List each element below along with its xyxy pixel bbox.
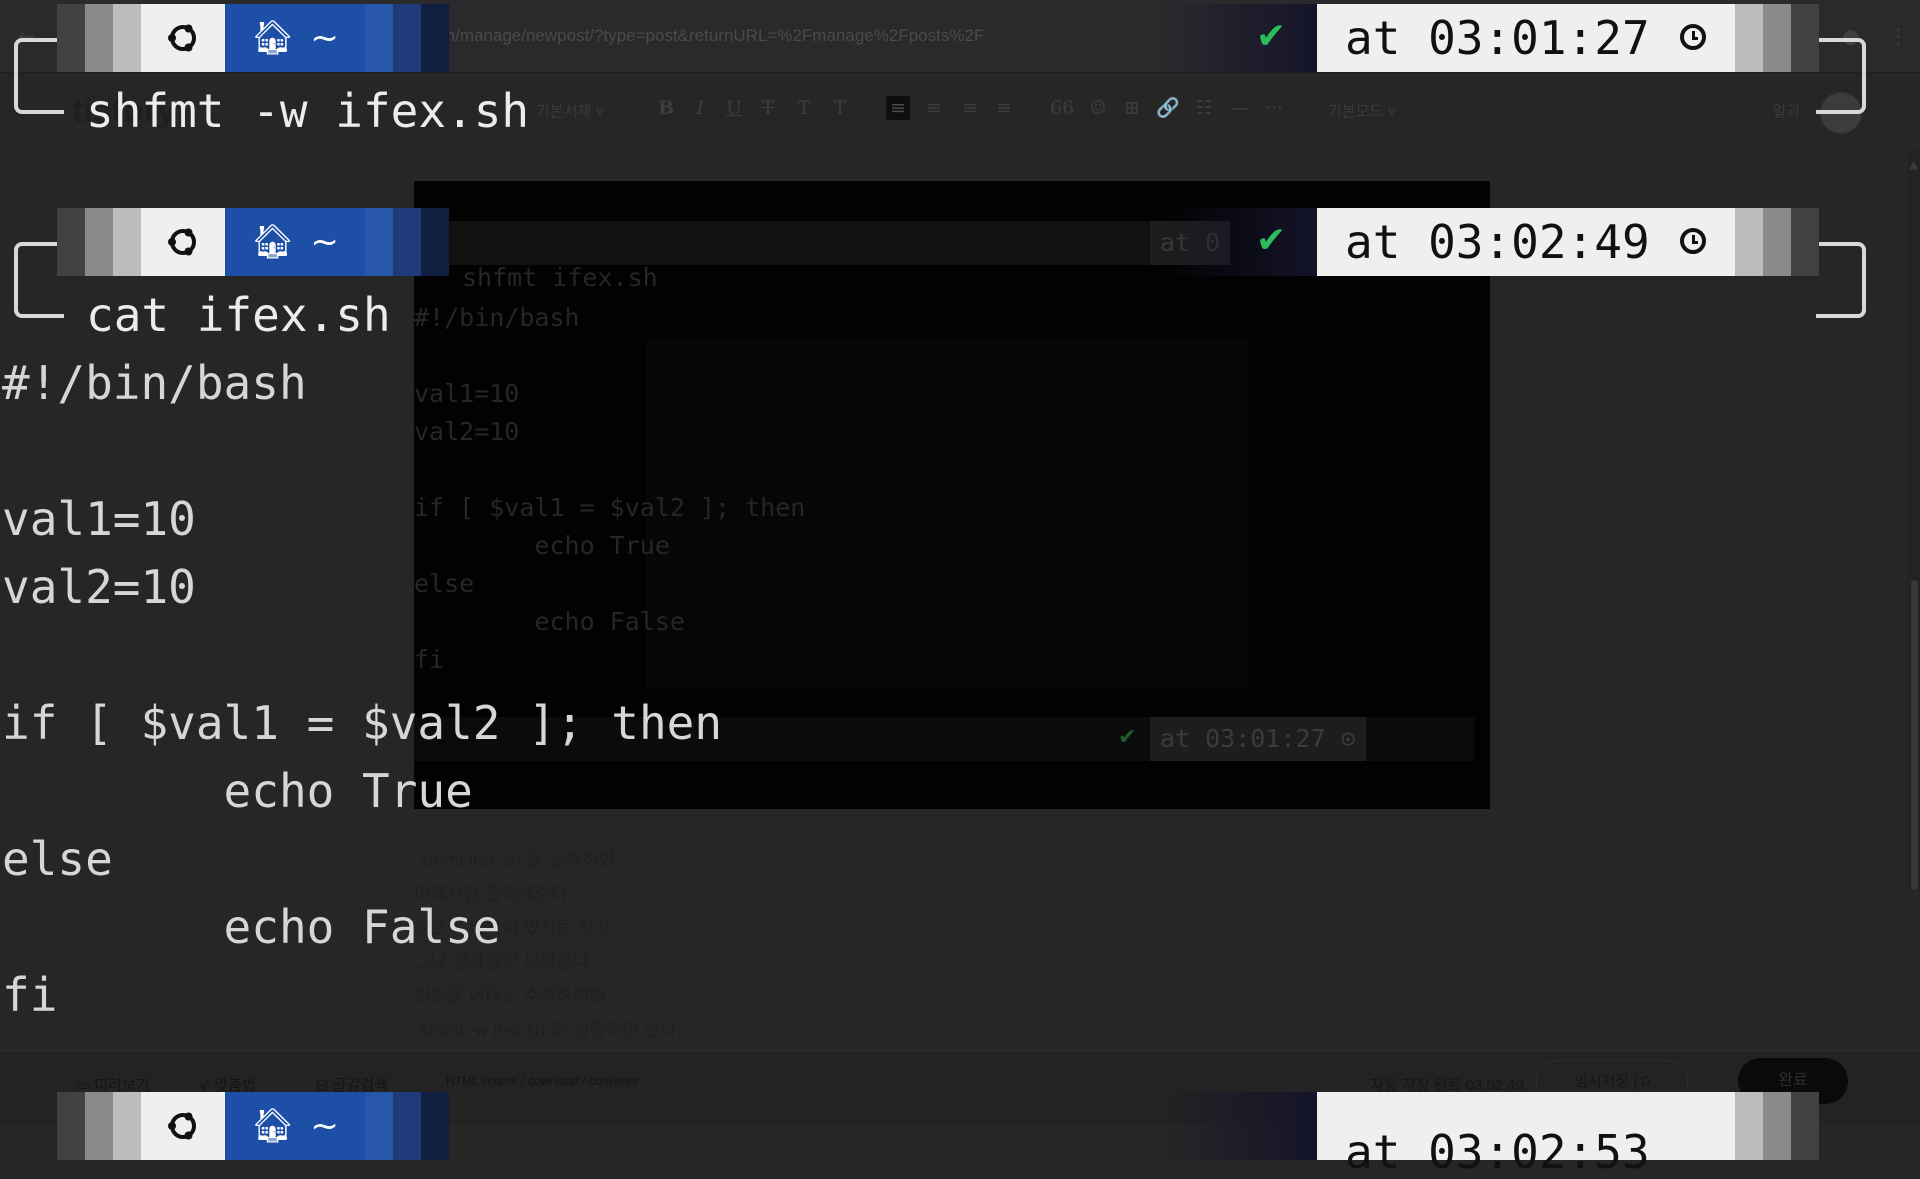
home-icon: 🏠︎: [251, 1106, 295, 1146]
prompt-time: at 03:02:53: [1317, 1092, 1735, 1175]
embedded-line: else: [414, 569, 475, 598]
clock-icon: [1680, 24, 1706, 50]
background-browser: ← → ↻ g.tistory.com/manage/newpost/?type…: [0, 0, 1920, 1124]
divider-button[interactable]: —: [1228, 96, 1252, 120]
check-icon: ✔: [1256, 16, 1287, 57]
table-button[interactable]: ⊞: [1120, 96, 1144, 120]
output-line: val1=10: [2, 492, 196, 546]
align-left-button[interactable]: ≡: [886, 96, 910, 120]
home-icon: 🏠︎: [251, 18, 295, 58]
home-path: ~: [310, 1106, 339, 1146]
ubuntu-icon: [168, 24, 196, 52]
strikethrough-button[interactable]: T: [756, 96, 780, 120]
output-line: else: [2, 832, 113, 886]
post-paragraph[interactable]: 원본을 이대로 수정하려면: [414, 982, 606, 1008]
ubuntu-icon: [168, 1112, 196, 1140]
align-right-button[interactable]: ≡: [958, 96, 982, 120]
output-line: echo False: [2, 900, 501, 954]
font-dropdown-label: 기본서체: [536, 103, 592, 120]
embedded-line: echo False: [414, 607, 685, 636]
prompt-status-fade: [1160, 1092, 1320, 1160]
link-button[interactable]: 🔗: [1156, 96, 1180, 120]
os-segment: [141, 208, 225, 276]
toolbar-right-label[interactable]: 일괴: [1772, 100, 1800, 121]
align-justify-button[interactable]: ≡: [992, 96, 1016, 120]
embedded-line: #!/bin/bash: [414, 303, 580, 332]
clock-icon: [1680, 228, 1706, 254]
prompt-bracket-right: [1816, 242, 1866, 318]
embedded-time-text: at 03:01:27: [1160, 724, 1326, 753]
bold-button[interactable]: B: [654, 96, 678, 120]
home-segment: 🏠︎ ~: [225, 4, 365, 72]
embedded-line: val1=10: [414, 379, 520, 408]
ubuntu-icon: [168, 228, 196, 256]
mode-dropdown-label: 기본모드: [1328, 103, 1384, 120]
prompt-separator-right: [1735, 4, 1819, 72]
prompt-separator-right: [1735, 1092, 1819, 1160]
embedded-prompt-time: at 03:01:27 ⊙: [1150, 717, 1366, 761]
output-line: val2=10: [2, 560, 196, 614]
embedded-line: if [ $val1 = $val2 ]; then: [414, 493, 806, 522]
output-line: if [ $val1 = $val2 ]; then: [2, 696, 723, 750]
prompt-time: at 03:02:49: [1317, 208, 1735, 276]
prompt-separator-left: [57, 4, 141, 72]
underline-button[interactable]: U: [722, 96, 746, 120]
command-text[interactable]: shfmt -w ifex.sh: [86, 84, 529, 138]
embedded-line: fi: [414, 645, 445, 674]
prompt-line: 🏠︎ ~ at 03:02:53: [0, 1092, 1920, 1175]
prompt-separator-fade: [365, 1092, 449, 1160]
home-segment: 🏠︎ ~: [225, 208, 365, 276]
prompt-separator-right: [1735, 208, 1819, 276]
quote-button[interactable]: 66: [1050, 96, 1074, 120]
mode-dropdown[interactable]: 기본모드 ˅: [1328, 100, 1396, 121]
html-hint: HTML source / download / converter: [446, 1074, 639, 1088]
embedded-line: val2=10: [414, 417, 520, 446]
scrollbar-thumb[interactable]: [1911, 580, 1918, 890]
prompt-separator-left: [57, 1092, 141, 1160]
prompt-line: 🏠︎ ~ ✔ at 03:01:27: [0, 4, 1920, 114]
text-color-button[interactable]: T: [792, 96, 816, 120]
draft-count: 0: [1641, 1073, 1650, 1090]
output-line: fi: [2, 968, 58, 1022]
embedded-line: echo True: [414, 531, 670, 560]
align-center-button[interactable]: ≡: [922, 96, 946, 120]
output-line: echo True: [2, 764, 473, 818]
os-segment: [141, 1092, 225, 1160]
prompt-line: 🏠︎ ~ ✔ at 03:02:49: [0, 208, 1920, 318]
home-path: ~: [310, 18, 339, 58]
home-path: ~: [310, 222, 339, 262]
prompt-status-fade: [1160, 208, 1320, 276]
embedded-check-icon: ✔: [1118, 725, 1137, 750]
post-paragraph[interactable]: `shfmt -w ifex.sh`로 실행하면 된다.: [414, 1016, 682, 1042]
scroll-up-icon[interactable]: ▲: [1910, 158, 1918, 171]
output-line: #!/bin/bash: [2, 356, 307, 410]
prompt-bracket-right: [1816, 38, 1866, 114]
italic-button[interactable]: I: [688, 96, 712, 120]
post-paragraph[interactable]: `shfmt ifex.sh`를 실행하면: [414, 846, 615, 872]
font-dropdown[interactable]: 기본서체 ˅: [536, 100, 604, 121]
command-text[interactable]: cat ifex.sh: [86, 288, 391, 342]
prompt-time: at 03:01:27: [1317, 4, 1735, 72]
check-icon: ✔: [1256, 220, 1287, 261]
os-segment: [141, 4, 225, 72]
prompt-separator-fade: [365, 4, 449, 72]
prompt-separator-fade: [365, 208, 449, 276]
home-segment: 🏠︎ ~: [225, 1092, 365, 1160]
home-icon: 🏠︎: [251, 222, 295, 262]
emoji-button[interactable]: ☺: [1086, 96, 1110, 120]
text-bg-button[interactable]: T: [828, 96, 852, 120]
list-button[interactable]: ☷: [1192, 96, 1216, 120]
prompt-separator-left: [57, 208, 141, 276]
prompt-status-fade: [1160, 4, 1320, 72]
draft-label: 임시저장: [1574, 1073, 1630, 1090]
more-button[interactable]: ···: [1262, 96, 1286, 120]
